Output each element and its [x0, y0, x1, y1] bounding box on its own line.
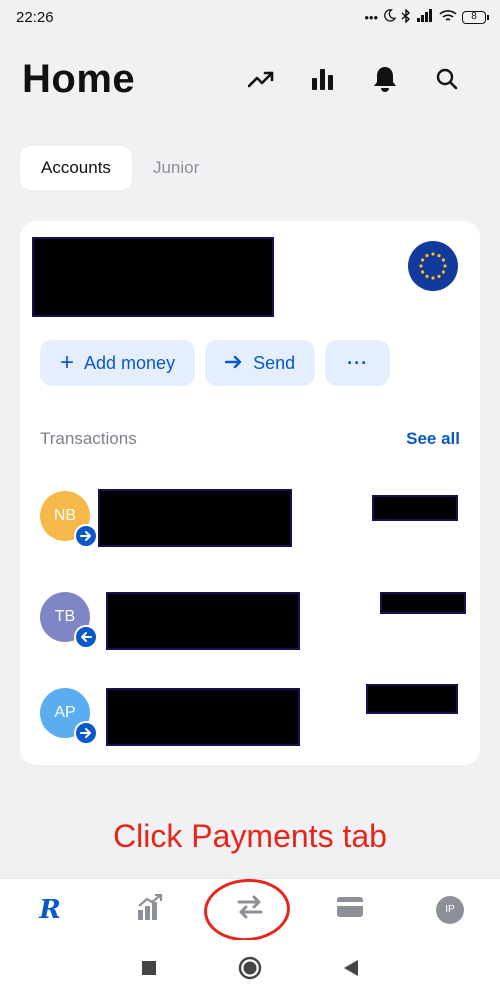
nav-profile[interactable]: IP [400, 879, 500, 941]
eu-flag-icon[interactable] [408, 241, 458, 291]
status-indicators: ••• 8 [364, 7, 489, 26]
bottom-nav: R IP [0, 875, 500, 944]
system-nav-bar [0, 940, 500, 1000]
back-triangle-icon[interactable] [343, 959, 359, 982]
tab-junior[interactable]: Junior [132, 146, 220, 190]
bell-icon[interactable] [354, 57, 416, 101]
header: Home [22, 52, 478, 106]
bar-chart-icon[interactable] [292, 57, 354, 101]
redacted-description [106, 592, 300, 650]
add-money-label: Add money [84, 352, 176, 373]
account-card: + Add money Send ··· Transactions See al… [20, 221, 480, 765]
redacted-amount [372, 495, 458, 521]
transaction-row[interactable]: NB [40, 489, 460, 551]
trending-icon[interactable] [230, 57, 292, 101]
redacted-description [98, 489, 292, 547]
nav-home[interactable]: R [0, 879, 100, 941]
signal-icon [416, 9, 434, 25]
nav-payments[interactable] [200, 875, 300, 944]
tab-accounts[interactable]: Accounts [20, 146, 132, 190]
arrow-right-icon [224, 353, 243, 374]
transactions-title: Transactions [40, 429, 137, 448]
bluetooth-icon [401, 7, 411, 26]
more-icon: ··· [347, 352, 369, 373]
transaction-row[interactable]: TB [40, 592, 466, 652]
header-actions [230, 57, 478, 101]
moon-icon [383, 9, 397, 25]
wifi-icon [439, 9, 457, 26]
more-actions-button[interactable]: ··· [325, 340, 391, 386]
transaction-row[interactable]: AP [40, 684, 460, 748]
see-all-link[interactable]: See all [406, 429, 460, 449]
page-title: Home [22, 56, 136, 101]
home-circle-icon[interactable] [238, 956, 262, 985]
plus-icon: + [60, 349, 75, 376]
avatar-initials: TB [54, 608, 76, 625]
redacted-amount [366, 684, 458, 714]
red-circle-highlight [201, 875, 293, 944]
instruction-annotation: Click Payments tab [113, 818, 387, 854]
send-button[interactable]: Send [205, 340, 316, 386]
status-bar: 22:26 ••• 8 [0, 0, 500, 34]
battery-icon: 8 [462, 10, 489, 24]
growth-chart-icon [137, 893, 163, 925]
incoming-arrow-icon [74, 625, 98, 649]
revolut-logo-icon: R [39, 894, 61, 925]
nav-cards[interactable] [300, 879, 400, 941]
status-time: 22:26 [16, 8, 54, 26]
account-type-tabs: Accounts Junior [20, 146, 220, 190]
search-icon[interactable] [416, 57, 478, 101]
redacted-amount [380, 592, 466, 614]
redacted-description [106, 688, 300, 746]
more-icon: ••• [364, 9, 378, 25]
redacted-balance [32, 237, 274, 317]
add-money-button[interactable]: + Add money [40, 340, 196, 386]
outgoing-arrow-icon [74, 524, 98, 548]
account-actions: + Add money Send ··· [40, 340, 391, 386]
card-icon [336, 896, 364, 923]
avatar-initials: AP [54, 704, 76, 721]
avatar-initials: NB [53, 507, 77, 524]
transactions-header: Transactions See all [40, 429, 460, 449]
profile-avatar: IP [436, 895, 464, 924]
nav-wealth[interactable] [100, 879, 200, 941]
outgoing-arrow-icon [74, 721, 98, 745]
send-label: Send [253, 352, 296, 373]
recents-icon[interactable] [141, 960, 157, 981]
